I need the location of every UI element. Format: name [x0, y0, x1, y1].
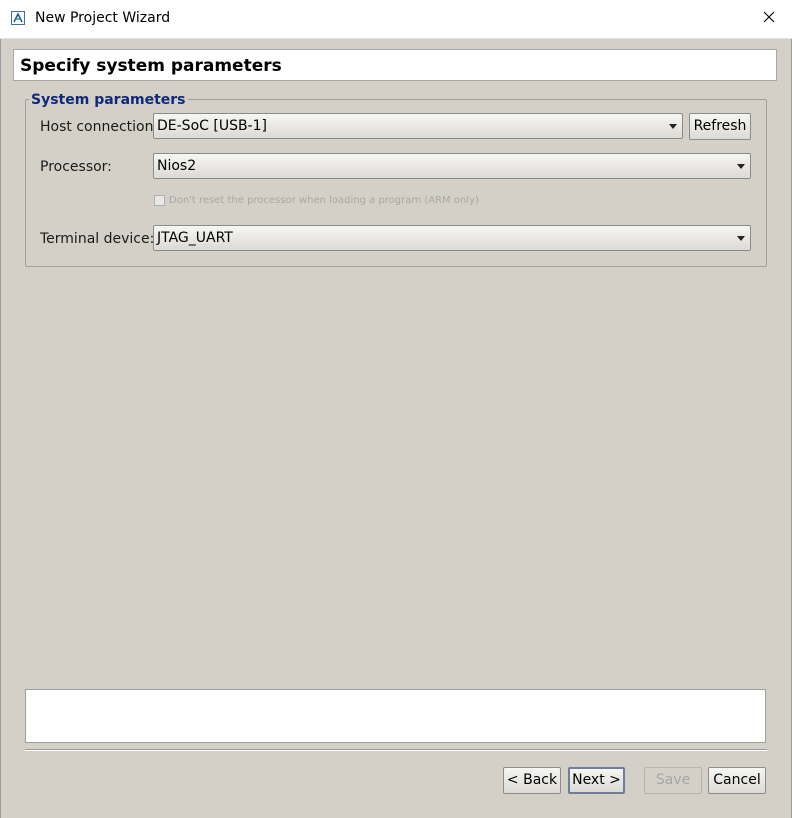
terminal-device-select[interactable]: JTAG_UART	[153, 225, 751, 251]
chevron-down-icon	[737, 164, 745, 169]
terminal-device-label: Terminal device:	[40, 231, 155, 247]
reset-processor-label: Don't reset the processor when loading a…	[169, 195, 479, 206]
group-label: System parameters	[29, 92, 188, 108]
processor-select[interactable]: Nios2	[153, 153, 751, 179]
separator	[25, 749, 767, 751]
page-header: Specify system parameters	[13, 49, 777, 81]
refresh-button[interactable]: Refresh	[689, 113, 751, 140]
host-connection-label: Host connection:	[40, 119, 159, 135]
save-button[interactable]: Save	[644, 767, 702, 794]
reset-processor-checkbox[interactable]	[154, 195, 165, 206]
cancel-button[interactable]: Cancel	[708, 767, 766, 794]
message-area	[25, 689, 766, 743]
host-connection-select[interactable]: DE-SoC [USB-1]	[153, 113, 683, 139]
terminal-device-value: JTAG_UART	[157, 230, 233, 246]
close-icon	[763, 11, 775, 27]
window-title: New Project Wizard	[35, 10, 171, 26]
wizard-app-icon	[11, 11, 25, 25]
chevron-down-icon	[669, 124, 677, 129]
chevron-down-icon	[737, 236, 745, 241]
close-button[interactable]	[746, 0, 792, 38]
title-bar: New Project Wizard	[0, 0, 792, 39]
back-button[interactable]: < Back	[503, 767, 561, 794]
host-connection-value: DE-SoC [USB-1]	[157, 118, 267, 134]
page-title: Specify system parameters	[20, 56, 282, 76]
next-button[interactable]: Next >	[568, 767, 625, 794]
processor-value: Nios2	[157, 158, 197, 174]
processor-label: Processor:	[40, 159, 112, 175]
